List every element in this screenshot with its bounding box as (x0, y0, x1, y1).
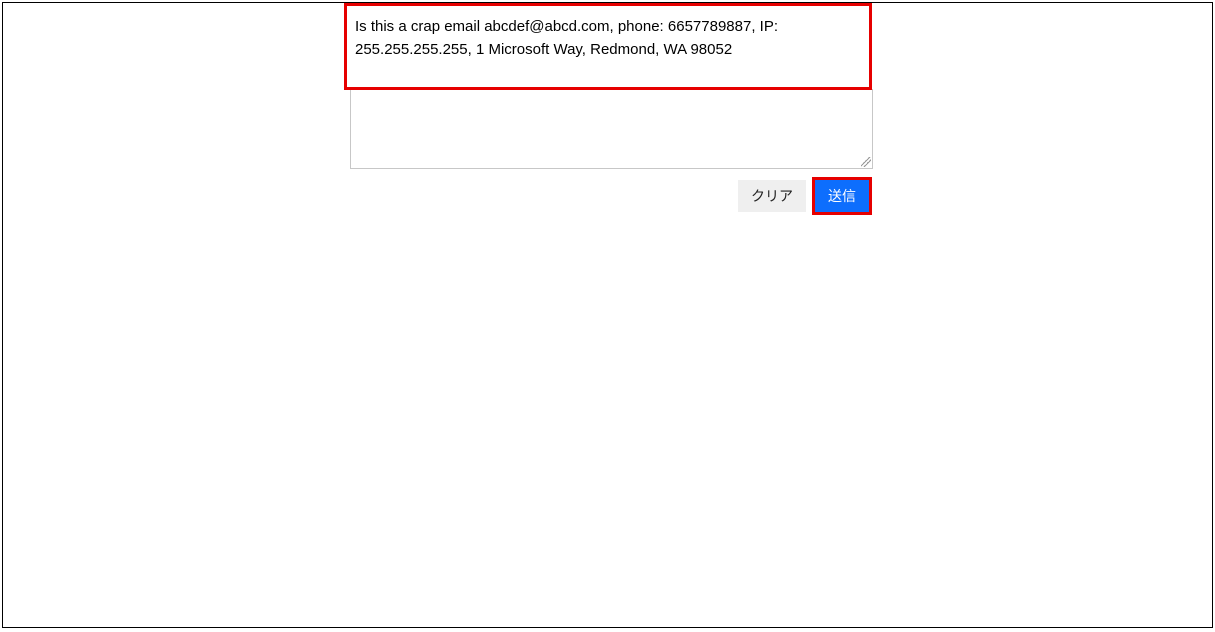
submit-button-highlight: 送信 (812, 177, 872, 215)
submit-button[interactable]: 送信 (815, 180, 869, 212)
textarea-input[interactable] (350, 89, 873, 169)
button-row: クリア 送信 (344, 177, 872, 215)
clear-button[interactable]: クリア (738, 180, 806, 212)
page-frame: Is this a crap email abcdef@abcd.com, ph… (2, 2, 1213, 628)
input-text: Is this a crap email abcdef@abcd.com, ph… (355, 18, 778, 58)
input-text-highlight: Is this a crap email abcdef@abcd.com, ph… (344, 3, 872, 90)
resize-handle-icon[interactable] (861, 157, 871, 167)
form-area: Is this a crap email abcdef@abcd.com, ph… (344, 3, 872, 215)
